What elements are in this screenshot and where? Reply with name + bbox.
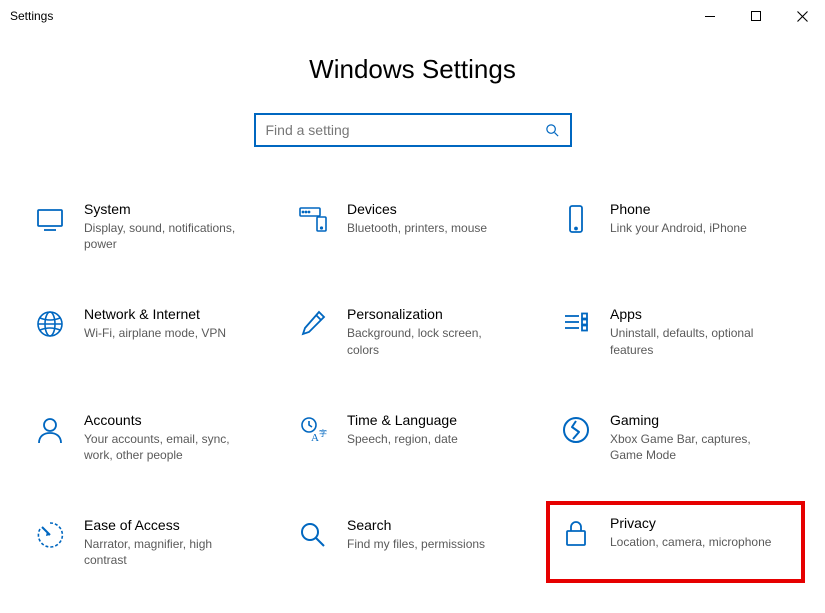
window-title: Settings [10,9,687,23]
svg-text:字: 字 [319,428,327,438]
header: Windows Settings [0,54,825,85]
category-text: Time & Language Speech, region, date [347,410,458,447]
category-text: Personalization Background, lock screen, … [347,304,517,357]
close-button[interactable] [779,0,825,32]
window-controls [687,0,825,32]
category-desc: Link your Android, iPhone [610,220,747,236]
category-desc: Background, lock screen, colors [347,325,517,357]
system-icon [30,199,70,239]
network-icon [30,304,70,344]
titlebar: Settings [0,0,825,32]
category-title: System [84,201,254,217]
search-wrapper [0,113,825,147]
category-title: Apps [610,306,780,322]
category-title: Time & Language [347,412,458,428]
category-text: Privacy Location, camera, microphone [610,513,771,550]
category-desc: Speech, region, date [347,431,458,447]
category-desc: Wi-Fi, airplane mode, VPN [84,325,226,341]
category-title: Accounts [84,412,254,428]
category-privacy[interactable]: Privacy Location, camera, microphone [548,503,803,580]
page-title: Windows Settings [0,54,825,85]
category-devices[interactable]: Devices Bluetooth, printers, mouse [291,197,534,254]
maximize-button[interactable] [733,0,779,32]
time-icon: A字 [293,410,333,450]
category-text: Search Find my files, permissions [347,515,485,552]
minimize-button[interactable] [687,0,733,32]
category-title: Search [347,517,485,533]
category-text: Network & Internet Wi-Fi, airplane mode, … [84,304,226,341]
category-desc: Narrator, magnifier, high contrast [84,536,254,568]
category-title: Network & Internet [84,306,226,322]
ease-icon [30,515,70,555]
category-desc: Location, camera, microphone [610,534,771,550]
category-desc: Display, sound, notifications, power [84,220,254,252]
category-system[interactable]: System Display, sound, notifications, pow… [28,197,271,254]
svg-text:A: A [311,432,319,444]
category-accounts[interactable]: Accounts Your accounts, email, sync, work… [28,408,271,465]
category-title: Privacy [610,515,771,531]
category-text: Accounts Your accounts, email, sync, work… [84,410,254,463]
category-text: Ease of Access Narrator, magnifier, high … [84,515,254,568]
search-box[interactable] [254,113,572,147]
gaming-icon [556,410,596,450]
category-desc: Xbox Game Bar, captures, Game Mode [610,431,780,463]
accounts-icon [30,410,70,450]
category-title: Devices [347,201,487,217]
search-icon [293,515,333,555]
category-desc: Uninstall, defaults, optional features [610,325,780,357]
category-gaming[interactable]: Gaming Xbox Game Bar, captures, Game Mode [554,408,797,465]
personalization-icon [293,304,333,344]
category-network[interactable]: Network & Internet Wi-Fi, airplane mode, … [28,302,271,359]
category-title: Phone [610,201,747,217]
category-desc: Find my files, permissions [347,536,485,552]
category-text: Phone Link your Android, iPhone [610,199,747,236]
category-title: Gaming [610,412,780,428]
category-title: Ease of Access [84,517,254,533]
category-desc: Bluetooth, printers, mouse [347,220,487,236]
privacy-icon [556,513,596,553]
category-text: System Display, sound, notifications, pow… [84,199,254,252]
category-time[interactable]: A字 Time & Language Speech, region, date [291,408,534,465]
apps-icon [556,304,596,344]
category-title: Personalization [347,306,517,322]
phone-icon [556,199,596,239]
category-search[interactable]: Search Find my files, permissions [291,513,534,570]
devices-icon [293,199,333,239]
category-ease[interactable]: Ease of Access Narrator, magnifier, high … [28,513,271,570]
categories-grid: System Display, sound, notifications, pow… [0,197,825,571]
category-text: Devices Bluetooth, printers, mouse [347,199,487,236]
category-desc: Your accounts, email, sync, work, other … [84,431,254,463]
category-text: Gaming Xbox Game Bar, captures, Game Mode [610,410,780,463]
category-personalization[interactable]: Personalization Background, lock screen, … [291,302,534,359]
category-text: Apps Uninstall, defaults, optional featur… [610,304,780,357]
category-phone[interactable]: Phone Link your Android, iPhone [554,197,797,254]
search-input[interactable] [266,122,545,138]
category-apps[interactable]: Apps Uninstall, defaults, optional featur… [554,302,797,359]
search-icon [545,123,560,138]
